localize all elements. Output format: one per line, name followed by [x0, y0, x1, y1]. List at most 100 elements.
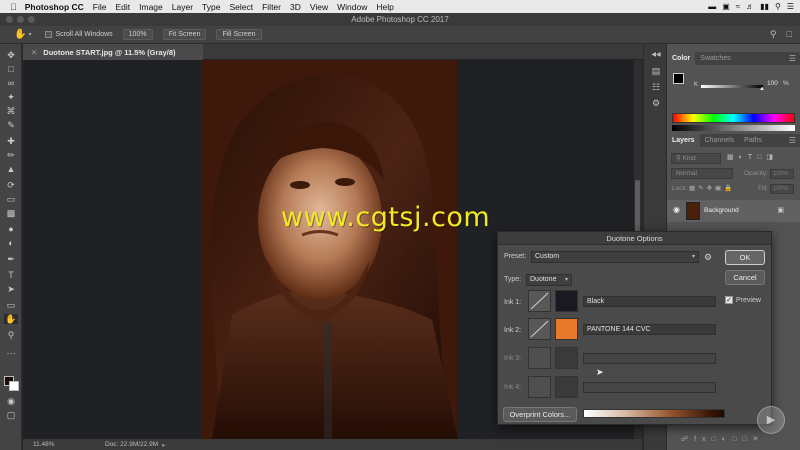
fit-screen-button[interactable]: Fit Screen [162, 29, 207, 40]
search-icon[interactable]: ⚲ [775, 2, 781, 11]
zoom-100-button[interactable]: 100% [122, 29, 153, 40]
menu-filter[interactable]: Filter [262, 2, 281, 12]
menu-file[interactable]: File [93, 2, 107, 12]
search-icon[interactable]: ⚲ [770, 29, 777, 40]
menu-help[interactable]: Help [376, 2, 393, 12]
hand-tool-icon[interactable]: ✋ [14, 29, 26, 40]
k-value[interactable]: 100 [767, 80, 778, 87]
chevron-down-icon[interactable]: ▾ [28, 31, 31, 38]
expand-panels-icon[interactable]: ◀◀ [650, 50, 662, 60]
lock-icons[interactable]: ▦✎✥▣🔒 [689, 184, 735, 192]
k-slider[interactable] [701, 85, 763, 88]
layer-filter-icons[interactable]: ▦◐T□◨ [727, 153, 778, 161]
ink2-name-field[interactable]: PANTONE 144 CVC [583, 324, 716, 335]
layers-bottom-icons[interactable]: ☍fx□◐□□✕ [681, 435, 764, 443]
properties-panel-icon[interactable]: ☷ [650, 82, 662, 92]
zoom-tool-icon[interactable]: ⚲ [4, 330, 18, 340]
crop-tool-icon[interactable]: ⌘ [4, 106, 18, 116]
menu-photoshop[interactable]: Photoshop CC [25, 2, 84, 12]
close-icon[interactable]: ✕ [31, 48, 37, 57]
zoom-level[interactable]: 11.48% [33, 441, 75, 448]
layer-row-background[interactable]: ◉ Background ▣ [667, 200, 800, 222]
foreground-color-swatch[interactable] [673, 73, 684, 84]
panel-menu-icon[interactable]: ☰ [789, 52, 796, 65]
menu-window[interactable]: Window [337, 2, 367, 12]
ink4-curve-button[interactable] [528, 376, 551, 398]
zoom-window-button[interactable] [28, 16, 35, 23]
battery-icon[interactable]: ▮▮ [760, 2, 769, 11]
menu-type[interactable]: Type [202, 2, 220, 12]
kind-filter-select[interactable]: ⚲ Kind [671, 153, 721, 164]
menu-select[interactable]: Select [229, 2, 253, 12]
video-icon[interactable]: ▬ [708, 2, 716, 11]
history-panel-icon[interactable]: ▤ [650, 66, 662, 76]
ink3-name-field[interactable] [583, 353, 716, 364]
menu-layer[interactable]: Layer [172, 2, 193, 12]
tab-layers[interactable]: Layers [667, 134, 700, 147]
workspace-icon[interactable]: □ [787, 29, 792, 40]
quick-select-tool-icon[interactable]: ✦ [4, 92, 18, 102]
play-icon[interactable]: ▶ [757, 406, 785, 434]
type-tool-icon[interactable]: T [4, 270, 18, 280]
opacity-field[interactable]: 100% [770, 169, 794, 179]
background-color-swatch[interactable] [9, 381, 19, 391]
chevron-right-icon[interactable]: ▸ [162, 441, 165, 449]
ink1-color-swatch[interactable] [555, 290, 578, 312]
quick-mask-icon[interactable]: ◉ [4, 396, 18, 406]
tab-swatches[interactable]: Swatches [695, 52, 735, 65]
eraser-tool-icon[interactable]: ▭ [4, 194, 18, 204]
close-window-button[interactable] [6, 16, 13, 23]
menu-list-icon[interactable]: ☰ [787, 2, 794, 11]
more-tools-icon[interactable]: ⋯ [4, 348, 18, 358]
gear-icon[interactable]: ⚙ [704, 252, 712, 263]
marquee-tool-icon[interactable]: □ [4, 64, 18, 74]
slider-handle-icon[interactable]: ▲ [759, 86, 765, 92]
ok-button[interactable]: OK [725, 250, 765, 265]
brush-tool-icon[interactable]: ✏ [4, 150, 18, 160]
document-image[interactable] [202, 60, 458, 439]
eye-icon[interactable]: ◉ [673, 205, 680, 214]
layer-name[interactable]: Background [704, 207, 739, 214]
ink4-name-field[interactable] [583, 382, 716, 393]
overprint-colors-button[interactable]: Overprint Colors... [503, 407, 577, 422]
menu-3d[interactable]: 3D [290, 2, 301, 12]
move-tool-icon[interactable]: ✥ [4, 50, 18, 60]
color-spectrum-bar[interactable] [672, 113, 795, 123]
eyedropper-tool-icon[interactable]: ✎ [4, 120, 18, 130]
fill-field[interactable]: 100% [770, 184, 794, 194]
screen-mode-icon[interactable]: ▢ [4, 410, 18, 420]
lasso-tool-icon[interactable]: ∞ [4, 78, 18, 88]
display-icon[interactable]: ▣ [722, 2, 730, 11]
menu-view[interactable]: View [310, 2, 328, 12]
tab-channels[interactable]: Channels [700, 134, 740, 147]
blur-tool-icon[interactable]: ● [4, 224, 18, 234]
ink1-name-field[interactable]: Black [583, 296, 716, 307]
document-tab[interactable]: ✕ Duotone START.jpg @ 11.5% (Gray/8) [23, 44, 203, 60]
shape-tool-icon[interactable]: ▭ [4, 300, 18, 310]
ink3-color-swatch[interactable] [555, 347, 578, 369]
cancel-button[interactable]: Cancel [725, 270, 765, 285]
panel-menu-icon[interactable]: ☰ [789, 134, 796, 147]
ink2-color-swatch[interactable] [555, 318, 578, 340]
grayscale-ramp[interactable] [672, 125, 795, 131]
path-select-tool-icon[interactable]: ➤ [4, 284, 18, 294]
ink1-curve-button[interactable] [528, 290, 551, 312]
ink4-color-swatch[interactable] [555, 376, 578, 398]
wifi-icon[interactable]: ≈ [736, 2, 740, 11]
minimize-window-button[interactable] [17, 16, 24, 23]
blend-mode-select[interactable]: Normal [671, 168, 733, 179]
hand-tool-icon[interactable]: ✋ [4, 314, 18, 324]
preview-checkbox[interactable]: ✓ [725, 296, 733, 304]
clone-stamp-tool-icon[interactable]: ▲ [4, 164, 18, 174]
fill-screen-button[interactable]: Fill Screen [216, 29, 262, 40]
menu-image[interactable]: Image [139, 2, 163, 12]
history-brush-tool-icon[interactable]: ⟳ [4, 180, 18, 190]
tab-paths[interactable]: Paths [739, 134, 767, 147]
type-select[interactable]: Duotone ▾ [526, 274, 572, 286]
gradient-tool-icon[interactable]: ▩ [4, 208, 18, 218]
dodge-tool-icon[interactable]: ◐ [4, 238, 18, 248]
scroll-all-windows-checkbox[interactable] [45, 31, 53, 38]
volume-icon[interactable]: ♬ [746, 2, 754, 11]
adjustments-panel-icon[interactable]: ⚙ [650, 98, 662, 108]
ink2-curve-button[interactable] [528, 318, 551, 340]
